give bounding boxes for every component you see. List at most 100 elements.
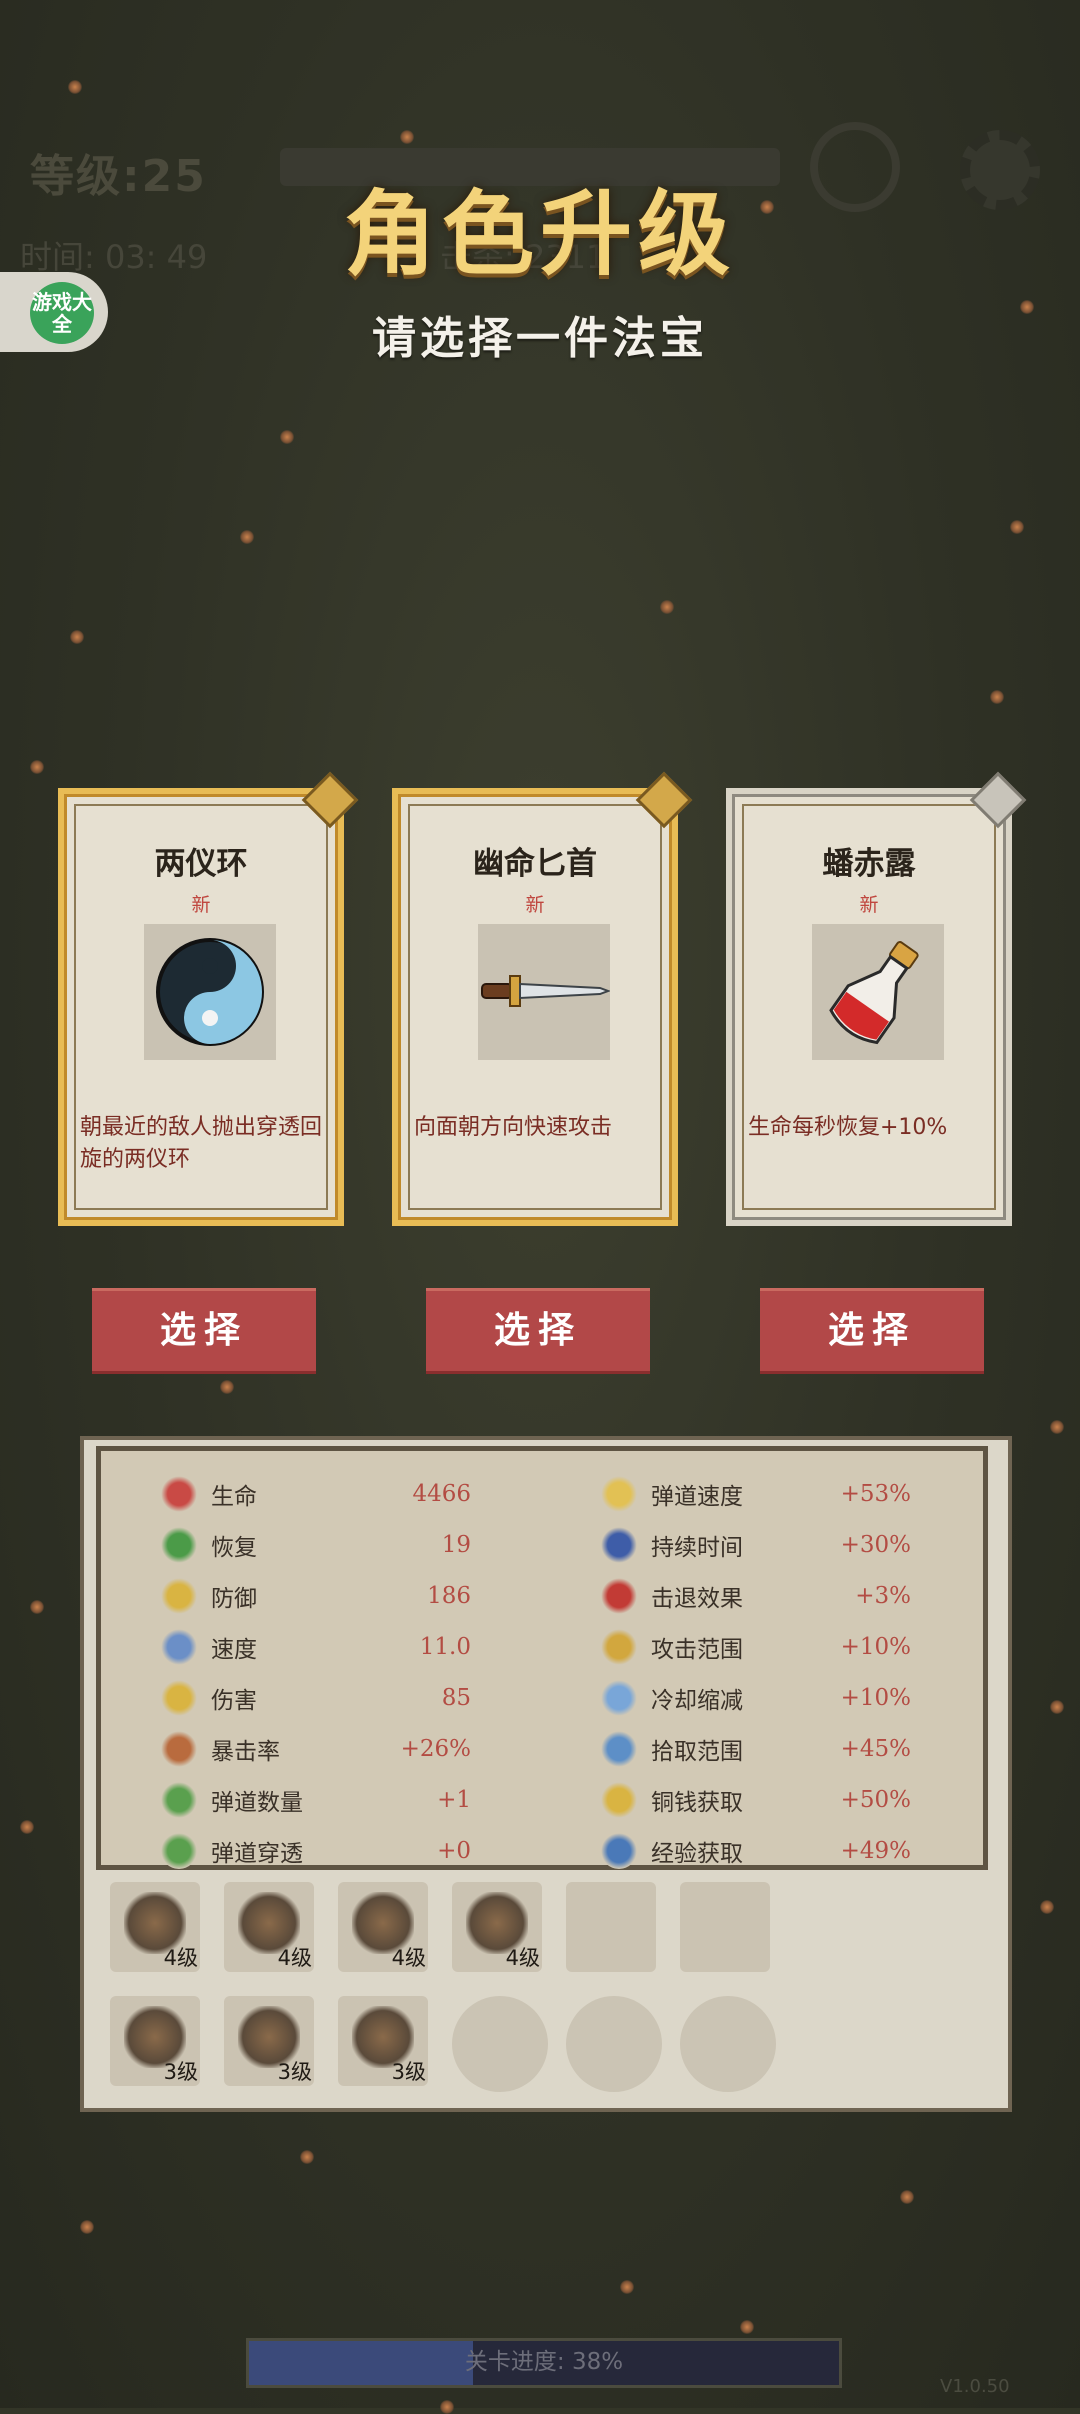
speed-arrow-icon [161,1629,197,1665]
fist-icon [601,1578,637,1614]
card-image-frame [812,924,944,1060]
empty-slot[interactable] [680,1996,776,2092]
hourglass-icon [601,1527,637,1563]
stat-row: 弹道数量 +1 [161,1777,471,1823]
version-label: V1.0.50 [940,2376,1010,2397]
select-button-1[interactable]: 选择 [92,1288,316,1374]
inventory-slot[interactable]: 3级 [338,1996,428,2086]
page-title: 角色升级 [343,180,736,288]
sword-icon [161,1680,197,1716]
stat-value: +10% [840,1634,911,1660]
ember-dot [740,2320,754,2334]
ember-dot [400,130,414,144]
stat-row: 击退效果 +3% [601,1573,911,1619]
ember-dot [220,1380,234,1394]
treasure-card-1[interactable]: 两仪环 新 朝最近的敌人抛出穿透回旋的两仪环 [58,771,359,1226]
stat-value: +26% [400,1736,471,1762]
ember-dot [660,600,674,614]
stat-label: 伤害 [211,1688,257,1714]
stat-label: 攻击范围 [651,1637,743,1663]
ember-dot [70,630,84,644]
inventory-slot[interactable]: 4级 [452,1882,542,1972]
stat-row: 攻击范围 +10% [601,1624,911,1670]
inventory-slot[interactable]: 4级 [338,1882,428,1972]
ember-dot [1050,1700,1064,1714]
shuriken-icon [161,1731,197,1767]
yin-yang-ring-icon [156,938,264,1046]
stat-label: 经验获取 [651,1841,743,1867]
stat-label: 速度 [211,1637,257,1663]
inventory-slot[interactable]: 3级 [224,1996,314,2086]
inventory-slot[interactable]: 4级 [224,1882,314,1972]
stat-row: 弹道穿透 +0 [161,1828,471,1874]
stat-label: 暴击率 [211,1739,280,1765]
stat-label: 生命 [211,1484,257,1510]
treasure-card-3[interactable]: 蟠赤露 新 生命每秒恢复+10% [726,771,1027,1226]
stat-value: 186 [427,1583,471,1609]
new-badge: 新 [191,894,211,916]
heart-icon [161,1476,197,1512]
new-badge: 新 [859,894,879,916]
ember-dot [80,2220,94,2234]
stat-label: 拾取范围 [651,1739,743,1765]
stat-label: 弹道数量 [211,1790,303,1816]
stat-row: 暴击率 +26% [161,1726,471,1772]
ember-dot [440,2400,454,2414]
stat-value: +50% [840,1787,911,1813]
stat-label: 弹道速度 [651,1484,743,1510]
stat-row: 经验获取 +49% [601,1828,911,1874]
stat-row: 恢复 19 [161,1522,471,1568]
stat-value: 19 [441,1532,471,1558]
empty-slot[interactable] [452,1996,548,2092]
ember-dot [1040,1900,1054,1914]
ember-dot [990,690,1004,704]
stat-value: 4466 [412,1481,471,1507]
new-badge: 新 [525,894,545,916]
stat-value: 11.0 [419,1634,471,1660]
select-button-3[interactable]: 选择 [760,1288,984,1374]
stat-value: +1 [437,1787,471,1813]
ember-dot [280,430,294,444]
ember-dot [240,530,254,544]
ember-dot [300,2150,314,2164]
stat-value: +0 [437,1838,471,1864]
stat-row: 拾取范围 +45% [601,1726,911,1772]
stat-row: 伤害 85 [161,1675,471,1721]
book-icon [601,1833,637,1869]
red-potion-icon [829,941,919,1045]
slot-level: 4级 [277,1946,312,1970]
empty-slot[interactable] [680,1882,770,1972]
inventory-slot[interactable]: 4级 [110,1882,200,1972]
stage-progress-label: 关卡进度: 38% [464,2349,624,2375]
stat-value: +45% [840,1736,911,1762]
card-title: 幽命匕首 [473,846,597,882]
page-subtitle: 请选择一件法宝 [372,313,708,364]
card-description: 生命每秒恢复+10% [748,1115,948,1140]
stat-row: 速度 11.0 [161,1624,471,1670]
slot-level: 4级 [163,1946,198,1970]
stat-row: 持续时间 +30% [601,1522,911,1568]
stat-label: 弹道穿透 [211,1841,303,1867]
magnet-cloud-icon [601,1731,637,1767]
empty-slot[interactable] [566,1882,656,1972]
select-button-2[interactable]: 选择 [426,1288,650,1374]
slot-level: 4级 [391,1946,426,1970]
stat-row: 冷却缩减 +10% [601,1675,911,1721]
ember-dot [900,2190,914,2204]
stat-label: 防御 [211,1586,257,1612]
inventory-slot[interactable]: 3级 [110,1996,200,2086]
dagger-icon [481,975,611,1007]
ember-dot [620,2280,634,2294]
attribute-stats: 生命 4466 恢复 19 防御 186 速度 11.0 伤害 85 暴击率 +26% 弹道数量 +1 弹道… [96,1446,988,1870]
comet-icon [601,1476,637,1512]
triple-arrow-icon [161,1782,197,1818]
ember-dot [30,760,44,774]
stat-label: 击退效果 [651,1586,743,1612]
pierce-arrow-icon [161,1833,197,1869]
stat-row: 弹道速度 +53% [601,1471,911,1517]
empty-slot[interactable] [566,1996,662,2092]
treasure-card-2[interactable]: 幽命匕首 新 向面朝方向快速攻击 [392,771,693,1226]
stat-row: 生命 4466 [161,1471,471,1517]
stat-label: 冷却缩减 [651,1688,743,1714]
stat-label: 恢复 [211,1535,257,1561]
